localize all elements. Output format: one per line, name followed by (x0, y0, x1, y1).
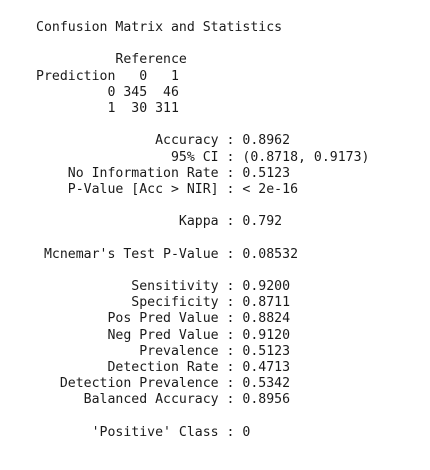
stat-neg-pred-value: Neg Pred Value : 0.9120 (36, 327, 291, 343)
stat-sensitivity: Sensitivity : 0.9200 (36, 279, 291, 294)
stat-p-value-acc-nir: P-Value [Acc > NIR] : < 2e-16 (36, 181, 299, 197)
stat-kappa: Kappa : 0.792 (36, 214, 283, 230)
matrix-prediction-header: Prediction 0 1 (36, 68, 179, 84)
stat-detection-prevalence: Detection Prevalence : 0.5342 (36, 376, 291, 392)
stat-pos-pred-value: Pos Pred Value : 0.8824 (36, 311, 291, 327)
matrix-reference-header: Reference (36, 52, 187, 68)
stat-no-information-rate: No Information Rate : 0.5123 (36, 165, 291, 181)
stat-95-ci: 95% CI : (0.8718, 0.9173) (36, 149, 370, 165)
matrix-row-1: 1 30 311 (36, 100, 179, 116)
console-output: Confusion Matrix and Statistics Referenc… (36, 20, 369, 441)
stat-detection-rate: Detection Rate : 0.4713 (36, 359, 291, 375)
stat-accuracy: Accuracy : 0.8962 (36, 133, 291, 149)
output-title: Confusion Matrix and Statistics (36, 20, 283, 35)
stat-balanced-accuracy: Balanced Accuracy : 0.8956 (36, 392, 291, 408)
stat-specificity: Specificity : 0.8711 (36, 295, 291, 311)
stat-mcnemar-p-value: Mcnemar's Test P-Value : 0.08532 (36, 246, 299, 262)
matrix-row-0: 0 345 46 (36, 84, 179, 100)
stat-prevalence: Prevalence : 0.5123 (36, 343, 291, 359)
stat-positive-class: 'Positive' Class : 0 (36, 424, 251, 440)
